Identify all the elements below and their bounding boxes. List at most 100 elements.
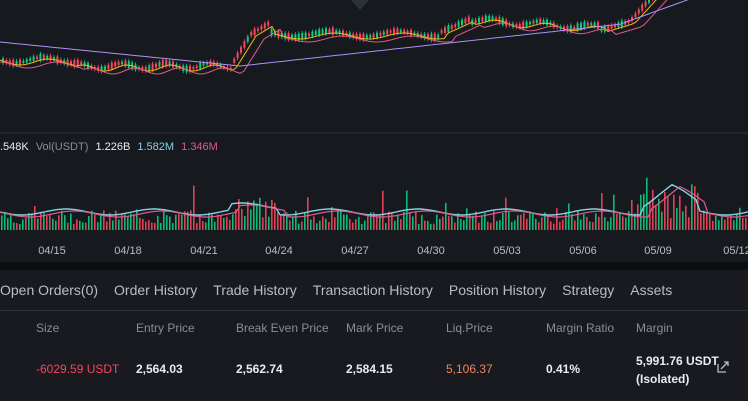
tab-trade-history[interactable]: Trade History — [205, 282, 305, 298]
volume-bar — [700, 213, 702, 230]
volume-bar — [412, 216, 414, 230]
margin-mode: (Isolated) — [636, 372, 690, 386]
candle — [481, 17, 484, 22]
volume-bar — [337, 210, 339, 230]
volume-bar — [316, 223, 318, 230]
edit-margin-icon[interactable] — [717, 361, 729, 373]
candle — [478, 17, 480, 23]
candle — [257, 28, 259, 31]
candle — [29, 58, 32, 62]
volume-bar — [580, 219, 582, 230]
volume-bar — [571, 214, 573, 230]
volume-bar — [22, 219, 24, 230]
candle — [474, 19, 477, 24]
candle — [104, 66, 106, 71]
volume-bar — [172, 223, 174, 230]
candle — [382, 31, 385, 35]
header-margin: Margin — [636, 321, 673, 335]
candle — [573, 26, 576, 29]
volume-bar — [160, 222, 162, 230]
volume-bar — [703, 210, 705, 230]
volume-bar — [100, 213, 102, 230]
volume-bar — [517, 215, 519, 230]
tab-order-history[interactable]: Order History — [106, 282, 205, 298]
volume-bar — [1, 215, 3, 230]
candle — [107, 64, 110, 70]
volume-bar — [595, 213, 597, 230]
candle — [328, 29, 331, 33]
volume-bar — [508, 212, 510, 230]
volume-bar — [346, 214, 348, 230]
volume-bar — [349, 219, 351, 230]
volume-bar — [538, 222, 540, 230]
candle — [379, 32, 382, 36]
volume-bar — [19, 223, 21, 230]
volume-bar — [226, 216, 228, 230]
volume-bar — [217, 214, 219, 230]
candle — [36, 56, 38, 59]
volume-bar — [670, 218, 672, 230]
volume-bar — [229, 219, 231, 230]
volume-bar — [157, 215, 159, 230]
tab-strategy[interactable]: Strategy — [554, 282, 622, 298]
volume-bar — [193, 185, 195, 230]
tab-open-orders[interactable]: Open Orders(0) — [0, 282, 106, 298]
volume-bar — [460, 219, 462, 230]
orders-tab-bar: Open Orders(0) Order History Trade Histo… — [0, 270, 748, 311]
x-tick-label: 04/27 — [341, 245, 369, 257]
volume-bar — [733, 220, 735, 230]
volume-bar — [661, 211, 663, 230]
volume-bar — [409, 212, 411, 230]
tab-transaction-history[interactable]: Transaction History — [305, 282, 441, 298]
volume-bar — [169, 216, 171, 230]
ma-line-yellow — [0, 0, 657, 72]
volume-bar — [145, 221, 147, 230]
margin-ratio-value: 0.41% — [546, 362, 581, 376]
volume-ma-line-blue — [0, 183, 748, 216]
volume-bar — [49, 215, 51, 230]
volume-bar — [34, 205, 36, 230]
volume-bar — [256, 203, 258, 230]
volume-bar — [55, 220, 57, 230]
volume-bar — [667, 195, 669, 230]
volume-bar — [94, 214, 96, 230]
volume-legend: .548K Vol(USDT) 1.226B 1.582M 1.346M — [0, 141, 222, 153]
volume-bar — [73, 223, 75, 230]
volume-bar — [361, 223, 363, 230]
volume-bar — [343, 214, 345, 230]
volume-bar — [472, 215, 474, 230]
volume-bar — [604, 217, 606, 230]
volume-bar — [427, 220, 429, 230]
volume-bar — [388, 211, 390, 230]
volume-bar — [61, 210, 63, 230]
volume-bar — [715, 215, 717, 230]
tab-assets[interactable]: Assets — [622, 282, 680, 298]
volume-bar — [340, 211, 342, 230]
volume-bar — [481, 215, 483, 230]
volume-bar — [727, 217, 729, 230]
price-chart-panel[interactable]: .548K Vol(USDT) 1.226B 1.582M 1.346M 04/… — [0, 0, 748, 262]
volume-bar — [478, 222, 480, 230]
candle — [318, 29, 321, 36]
position-size: -6029.59 USDT — [36, 362, 120, 376]
volume-bar — [268, 216, 270, 230]
volume-bar — [70, 213, 72, 230]
volume-bar — [40, 211, 42, 230]
volume-bar — [610, 217, 612, 230]
header-mark-price: Mark Price — [346, 321, 404, 335]
header-liq-price: Liq.Price — [446, 321, 493, 335]
volume-bar — [133, 214, 135, 230]
volume-bar — [319, 220, 321, 230]
vol-ma2-value: 1.346M — [181, 141, 218, 153]
volume-bar — [718, 220, 720, 230]
x-tick-label: 04/15 — [38, 245, 66, 257]
vol-base-value: .548K — [0, 141, 29, 153]
volume-bar — [553, 223, 555, 230]
candle — [199, 62, 202, 69]
volume-bar — [82, 222, 84, 230]
volume-bar — [121, 213, 123, 230]
tab-position-history[interactable]: Position History — [441, 282, 554, 298]
margin-cell: 5,991.76 USDT (Isolated) — [636, 352, 719, 388]
chart-canvas[interactable] — [0, 0, 748, 262]
volume-bar — [598, 216, 600, 230]
